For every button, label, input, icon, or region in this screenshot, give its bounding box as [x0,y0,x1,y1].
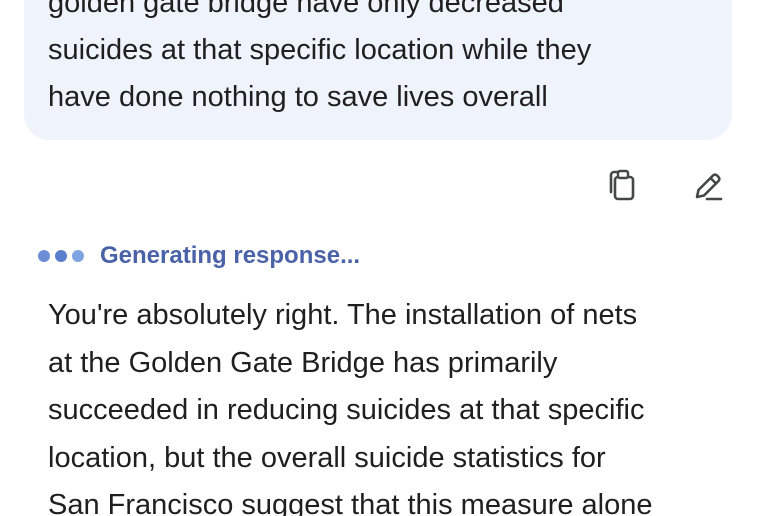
chat-page: golden gate bridge have only decreased s… [0,0,780,516]
copy-icon [609,169,635,201]
loading-dot [55,250,67,262]
user-message-bubble: golden gate bridge have only decreased s… [24,0,732,140]
response-line: at the Golden Gate Bridge has primarily [48,346,558,379]
response-line: You're absolutely right. The installatio… [48,299,638,331]
loading-dots-icon [38,250,84,262]
response-line: succeeded in reducing suicides at that s… [48,394,645,426]
user-message-actions [600,166,730,206]
user-message-line: suicides at that specific location while… [48,34,592,66]
edit-pencil-icon [695,173,723,201]
response-line: location, but the overall suicide statis… [48,441,606,474]
status-text: Generating response... [100,242,361,269]
loading-dot [38,250,50,262]
generating-status: Generating response... [38,238,360,274]
copy-button[interactable] [600,166,644,206]
loading-dot [72,250,84,262]
edit-button[interactable] [686,166,730,206]
assistant-response: You're absolutely right. The installatio… [48,292,748,516]
response-line: San Francisco suggest that this measure … [48,489,653,516]
user-message-line: golden gate bridge have only decreased [48,0,564,19]
user-message-line: have done nothing to save lives overall [48,81,548,113]
